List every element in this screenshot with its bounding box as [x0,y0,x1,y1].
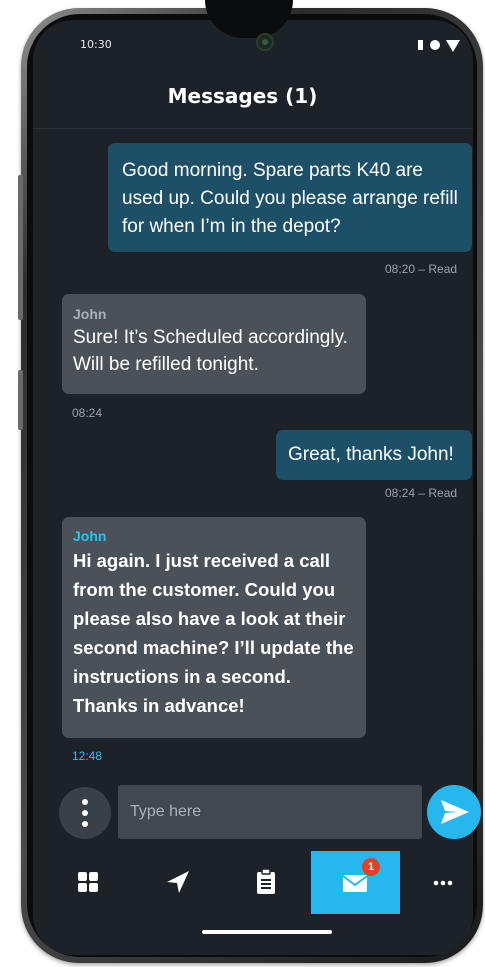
page-title: Messages (1) [167,84,318,108]
clipboard-icon [257,868,275,894]
message-text: Hi again. I just received a call from th… [73,550,354,716]
nav-item-dashboard[interactable] [58,851,118,914]
home-indicator[interactable] [202,930,332,934]
message-bubble-incoming-unread: John Hi again. I just received a call fr… [62,517,366,738]
message-text: Good morning. Spare parts K40 are used u… [122,160,458,237]
message-bubble-incoming: John Sure! It’s Scheduled accordingly. W… [62,294,366,394]
more-vertical-icon [82,799,88,805]
nav-item-messages[interactable] [311,851,400,914]
grid-icon [78,872,98,892]
status-icons [414,38,470,52]
send-icon [441,800,469,824]
message-meta: 08:24 [72,406,103,420]
power-button [18,370,23,430]
message-text: Great, thanks John! [288,444,454,465]
status-time: 10:30 [80,38,112,51]
message-bubble-outgoing: Good morning. Spare parts K40 are used u… [108,143,472,252]
message-sender: John [73,528,107,544]
envelope-icon [342,875,368,892]
message-meta: 08:24 – Read [385,486,458,500]
navigation-arrow-icon [167,871,189,893]
message-text: Sure! It’s Scheduled accordingly. Will b… [73,327,348,375]
nav-item-navigation[interactable] [148,851,208,914]
more-vertical-icon-dot [82,810,88,816]
battery-icon [430,40,440,50]
header-divider [33,128,473,129]
send-button[interactable] [427,785,481,839]
more-vertical-icon-dot [82,821,88,827]
volume-up-button [18,175,23,320]
attachment-menu-button[interactable] [59,787,111,839]
unread-badge: 1 [362,858,380,876]
message-sender: John [73,306,107,322]
message-input[interactable] [118,785,422,839]
camera-icon [256,33,274,51]
more-icon [433,880,453,886]
nav-item-tasks[interactable] [236,851,296,914]
wifi-icon [446,40,460,52]
signal-icon [418,40,423,50]
message-meta: 08:20 – Read [385,262,458,276]
message-bubble-outgoing: Great, thanks John! [276,430,472,480]
nav-item-more[interactable] [413,851,473,914]
message-meta: 12:48 [72,749,103,763]
